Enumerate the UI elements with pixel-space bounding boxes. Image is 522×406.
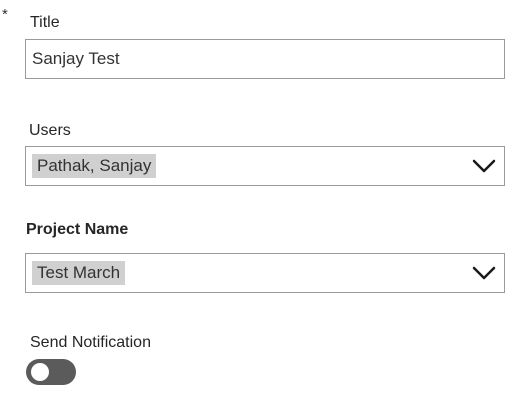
send-notification-label: Send Notification xyxy=(30,334,151,351)
project-name-dropdown[interactable]: Test March xyxy=(25,253,505,293)
users-dropdown[interactable]: Pathak, Sanjay xyxy=(25,146,505,186)
users-selected-chip: Pathak, Sanjay xyxy=(32,154,157,178)
title-input[interactable] xyxy=(25,39,505,79)
send-notification-toggle[interactable] xyxy=(26,359,76,385)
toggle-knob xyxy=(31,363,49,381)
required-marker: * xyxy=(2,6,8,23)
project-name-selected-chip: Test March xyxy=(32,261,126,285)
project-name-label: Project Name xyxy=(26,221,129,238)
title-label: Title xyxy=(30,14,60,31)
chevron-down-icon xyxy=(472,159,496,173)
chevron-down-icon xyxy=(472,266,496,280)
users-label: Users xyxy=(29,122,71,139)
